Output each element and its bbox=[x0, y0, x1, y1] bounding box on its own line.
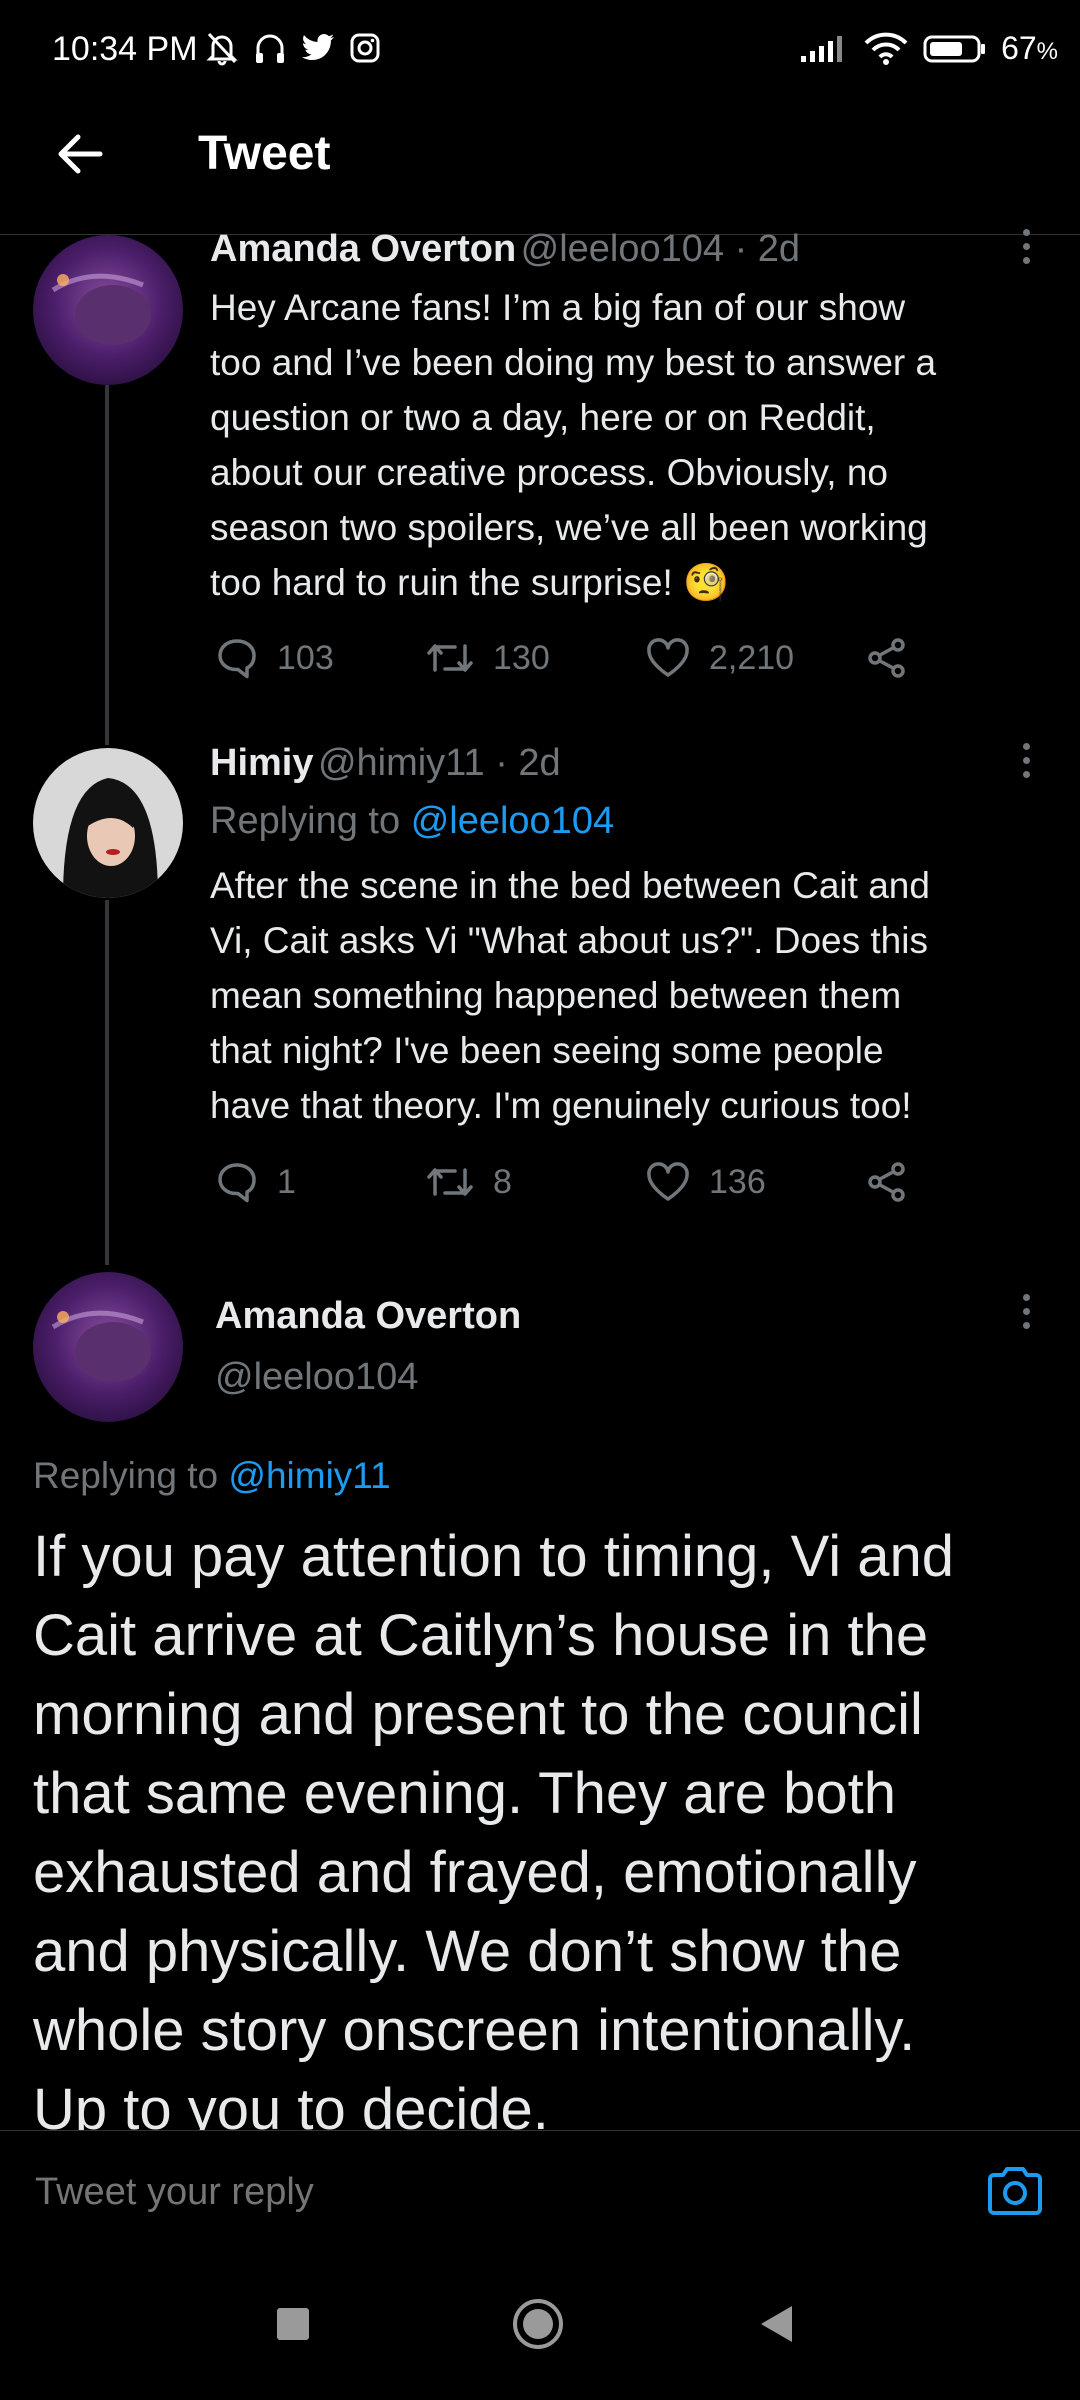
more-options-button[interactable] bbox=[1014, 1287, 1038, 1347]
circle-icon bbox=[513, 2299, 563, 2349]
share-icon bbox=[868, 1162, 905, 1202]
main-tweet-text: If you pay attention to timing, Vi and C… bbox=[33, 1524, 955, 2130]
replying-to: Replying to @leeloo104 bbox=[210, 800, 615, 842]
retweet-icon bbox=[427, 1168, 473, 1196]
thread-connector bbox=[105, 900, 109, 1265]
page-title: Tweet bbox=[198, 127, 331, 180]
recents-button[interactable] bbox=[275, 2306, 311, 2347]
twitter-bird-icon bbox=[302, 33, 334, 61]
like-button[interactable]: 136 bbox=[645, 1161, 865, 1203]
tweet-header: Himiy @himiy11 · 2d bbox=[210, 742, 561, 785]
instagram-icon bbox=[350, 33, 380, 63]
status-time: 10:34 PM bbox=[52, 30, 198, 68]
reply-icon bbox=[218, 1163, 256, 1203]
author-name[interactable]: Amanda Overton bbox=[210, 228, 516, 270]
home-button[interactable] bbox=[512, 2298, 564, 2355]
tweet-header: Amanda Overton @leeloo104 · 2d bbox=[210, 228, 800, 271]
reply-input[interactable] bbox=[33, 2161, 937, 2223]
headphones-icon bbox=[256, 34, 284, 63]
more-options-button[interactable] bbox=[1014, 222, 1038, 282]
avatar[interactable] bbox=[33, 1272, 183, 1422]
tweet-text: Hey Arcane fans! I’m a big fan of our sh… bbox=[210, 287, 937, 603]
tweet-text: After the scene in the bed between Cait … bbox=[210, 865, 930, 1126]
retweet-button[interactable]: 8 bbox=[425, 1160, 645, 1204]
author-handle-time[interactable]: @himiy11 · 2d bbox=[318, 742, 561, 784]
heart-icon bbox=[647, 1162, 689, 1201]
reply-bar bbox=[0, 2130, 1080, 2256]
share-icon bbox=[868, 638, 905, 678]
mute-bell-icon bbox=[206, 32, 238, 66]
author-handle[interactable]: @leeloo104 bbox=[215, 1356, 418, 1399]
wifi-icon bbox=[864, 32, 908, 65]
back-nav-button[interactable] bbox=[758, 2304, 794, 2349]
camera-button[interactable] bbox=[985, 2163, 1045, 2224]
back-button[interactable] bbox=[50, 124, 110, 184]
square-icon bbox=[277, 2308, 309, 2340]
retweet-button[interactable]: 130 bbox=[425, 636, 645, 680]
retweet-icon bbox=[427, 644, 473, 672]
author-name[interactable]: Himiy bbox=[210, 742, 313, 784]
status-bar: 10:34 PM 67% bbox=[0, 0, 1080, 110]
share-button[interactable] bbox=[865, 636, 909, 680]
replying-to: Replying to @himiy11 bbox=[33, 1455, 391, 1496]
more-options-button[interactable] bbox=[1014, 736, 1038, 796]
battery-percent: 67% bbox=[1001, 30, 1058, 66]
like-button[interactable]: 2,210 bbox=[645, 637, 865, 679]
system-status-icons: 67% bbox=[799, 30, 1058, 67]
author-handle-time[interactable]: @leeloo104 · 2d bbox=[521, 228, 800, 270]
reply-button[interactable]: 1 bbox=[215, 1160, 425, 1204]
reply-icon bbox=[218, 639, 256, 679]
battery-icon bbox=[923, 35, 986, 62]
tweet-actions: 1 8 136 bbox=[215, 1160, 935, 1204]
top-app-bar bbox=[0, 110, 1080, 235]
share-button[interactable] bbox=[865, 1160, 909, 1204]
author-name[interactable]: Amanda Overton bbox=[215, 1295, 521, 1338]
thread-connector bbox=[105, 385, 109, 745]
notification-icons bbox=[205, 30, 381, 66]
mention-link[interactable]: @leeloo104 bbox=[411, 800, 614, 842]
system-nav-bar bbox=[0, 2254, 1080, 2400]
back-arrow-icon bbox=[58, 134, 103, 174]
triangle-back-icon bbox=[761, 2306, 792, 2342]
mention-link[interactable]: @himiy11 bbox=[228, 1455, 390, 1496]
signal-icon bbox=[801, 35, 843, 62]
avatar[interactable] bbox=[33, 235, 183, 385]
tweet-actions: 103 130 2,210 bbox=[215, 636, 935, 680]
camera-icon bbox=[988, 2167, 1042, 2215]
reply-button[interactable]: 103 bbox=[215, 636, 425, 680]
heart-icon bbox=[647, 638, 689, 677]
avatar[interactable] bbox=[33, 748, 183, 898]
